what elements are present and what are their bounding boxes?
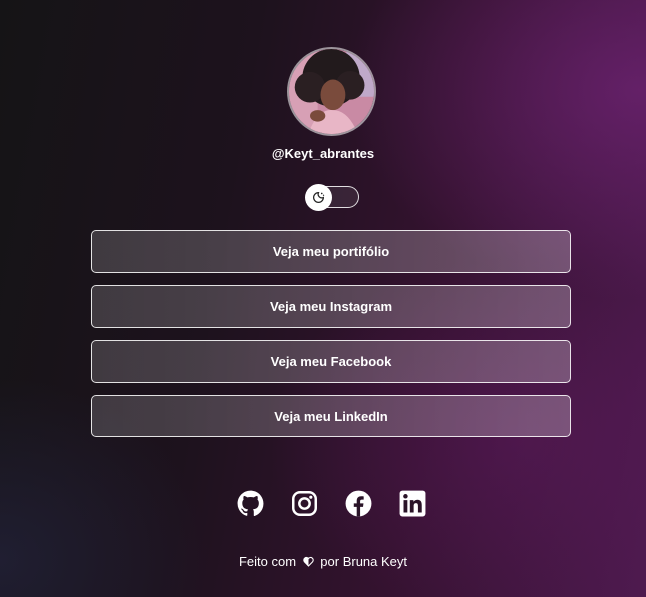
profile-photo — [289, 49, 374, 134]
facebook-icon[interactable] — [345, 490, 372, 517]
theme-toggle[interactable] — [305, 184, 359, 211]
toggle-knob[interactable] — [305, 184, 332, 211]
linkedin-link-button[interactable]: Veja meu LinkedIn — [91, 395, 571, 437]
footer-author: por Bruna Keyt — [320, 554, 408, 569]
footer: Feito com por Bruna Keyt — [0, 554, 646, 569]
heart-icon — [303, 556, 314, 567]
github-icon[interactable] — [237, 490, 264, 517]
facebook-link-button[interactable]: Veja meu Facebook — [91, 340, 571, 383]
moon-sun-icon — [313, 192, 325, 203]
username: @Keyt_abrantes — [271, 146, 375, 161]
linkedin-icon[interactable] — [399, 490, 426, 517]
footer-prefix: Feito com — [238, 554, 297, 569]
profile-avatar — [287, 47, 376, 136]
social-icons — [237, 490, 426, 517]
portfolio-link-button[interactable]: Veja meu portifólio — [91, 230, 571, 273]
link-list: Veja meu portifólio Veja meu Instagram V… — [91, 230, 571, 449]
instagram-link-button[interactable]: Veja meu Instagram — [91, 285, 571, 328]
instagram-icon[interactable] — [291, 490, 318, 517]
